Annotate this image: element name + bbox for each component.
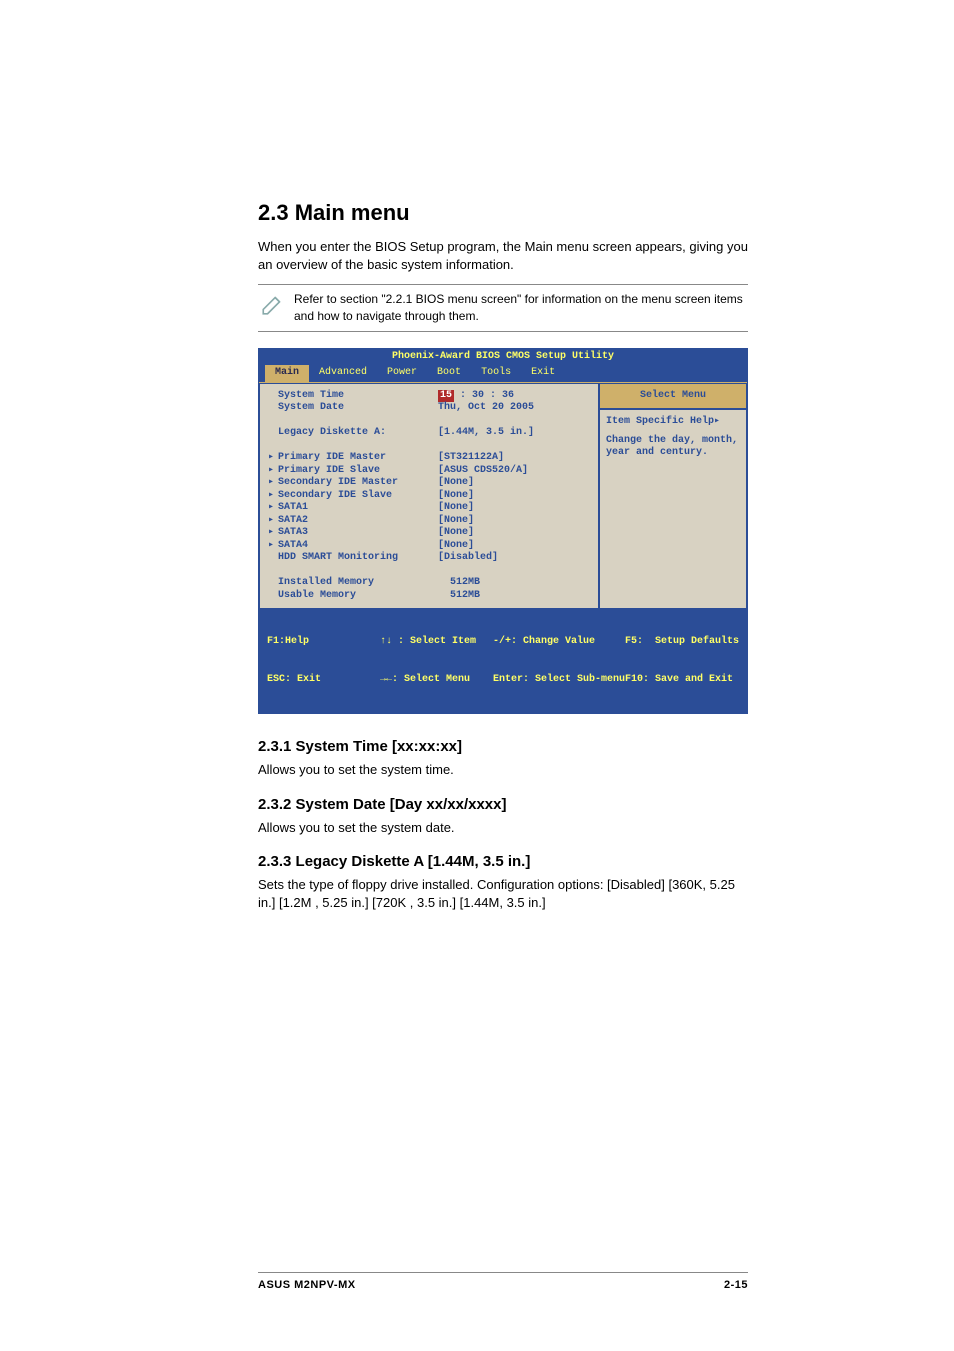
- tab-main: Main: [265, 365, 309, 382]
- heading-system-date: 2.3.2 System Date [Day xx/xx/xxxx]: [258, 796, 748, 813]
- row-sides-val: [None]: [438, 490, 590, 503]
- row-imem-label: Installed Memory: [278, 577, 438, 590]
- row-system-time-val: 15 : 30 : 36: [438, 390, 590, 403]
- row-sidem-label: Secondary IDE Master: [278, 477, 438, 490]
- row-sata1-val: [None]: [438, 502, 590, 515]
- main-heading: 2.3 Main menu: [258, 200, 748, 226]
- legend-f10: F10: Save and Exit: [625, 674, 739, 687]
- row-sata4-label: SATA4: [278, 540, 438, 553]
- row-umem-val: 512MB: [438, 590, 590, 603]
- row-sata1-label: SATA1: [278, 502, 438, 515]
- row-sata2-label: SATA2: [278, 515, 438, 528]
- legend-esc: ESC: Exit: [267, 674, 380, 687]
- text-system-date: Allows you to set the system date.: [258, 819, 748, 837]
- heading-legacy: 2.3.3 Legacy Diskette A [1.44M, 3.5 in.]: [258, 853, 748, 870]
- submenu-arrow-icon: ▸: [268, 515, 278, 528]
- submenu-arrow-icon: ▸: [268, 465, 278, 478]
- bios-legend: F1:Help ESC: Exit ↑↓ : Select Item →←: S…: [259, 609, 747, 713]
- text-system-time: Allows you to set the system time.: [258, 761, 748, 779]
- legend-f5: F5: Setup Defaults: [625, 636, 739, 649]
- bios-select-menu: Select Menu: [599, 383, 747, 410]
- pencil-note-icon: [258, 291, 294, 324]
- submenu-arrow-icon: ▸: [268, 477, 278, 490]
- row-sidem-val: [None]: [438, 477, 590, 490]
- intro-text: When you enter the BIOS Setup program, t…: [258, 238, 748, 274]
- submenu-arrow-icon: ▸: [268, 527, 278, 540]
- legend-change-value: -/+: Change Value: [493, 636, 625, 649]
- tab-advanced: Advanced: [309, 365, 377, 382]
- heading-system-time: 2.3.1 System Time [xx:xx:xx]: [258, 738, 748, 755]
- note-text: Refer to section "2.2.1 BIOS menu screen…: [294, 291, 748, 325]
- tab-tools: Tools: [471, 365, 521, 382]
- row-imem-val: 512MB: [438, 577, 590, 590]
- footer-left: ASUS M2NPV-MX: [258, 1279, 356, 1291]
- row-pidem-val: [ST321122A]: [438, 452, 590, 465]
- row-sata4-val: [None]: [438, 540, 590, 553]
- tab-boot: Boot: [427, 365, 471, 382]
- row-system-time-label: System Time: [278, 390, 438, 403]
- row-hdd-val: [Disabled]: [438, 552, 590, 565]
- tab-power: Power: [377, 365, 427, 382]
- legend-enter: Enter: Select Sub-menu: [493, 674, 625, 687]
- bios-screenshot: Phoenix-Award BIOS CMOS Setup Utility Ma…: [258, 348, 748, 715]
- text-legacy: Sets the type of floppy drive installed.…: [258, 876, 748, 912]
- row-pidem-label: Primary IDE Master: [278, 452, 438, 465]
- bios-tabs: Main Advanced Power Boot Tools Exit: [259, 365, 747, 382]
- note-row: Refer to section "2.2.1 BIOS menu screen…: [258, 284, 748, 332]
- bios-help-panel: Item Specific Help▸ Change the day, mont…: [599, 409, 747, 609]
- row-hdd-label: HDD SMART Monitoring: [278, 552, 438, 565]
- bios-title: Phoenix-Award BIOS CMOS Setup Utility: [259, 349, 747, 366]
- submenu-arrow-icon: ▸: [268, 540, 278, 553]
- legend-select-item: ↑↓ : Select Item: [380, 636, 493, 649]
- row-pides-val: [ASUS CDS520/A]: [438, 465, 590, 478]
- submenu-arrow-icon: ▸: [268, 452, 278, 465]
- time-hour-highlight: 15: [438, 390, 454, 403]
- row-system-date-label: System Date: [278, 402, 438, 415]
- row-sata3-label: SATA3: [278, 527, 438, 540]
- footer-right: 2-15: [724, 1279, 748, 1291]
- tab-exit: Exit: [521, 365, 565, 382]
- time-rest: : 30 : 36: [454, 390, 514, 401]
- bios-left-panel: System Time 15 : 30 : 36 System Date Thu…: [259, 383, 599, 610]
- row-system-date-val: Thu, Oct 20 2005: [438, 402, 590, 415]
- row-legacy-label: Legacy Diskette A:: [278, 427, 438, 440]
- bios-help-line2: Change the day, month, year and century.: [606, 435, 740, 460]
- legend-f1: F1:Help: [267, 636, 380, 649]
- submenu-arrow-icon: ▸: [268, 502, 278, 515]
- row-umem-label: Usable Memory: [278, 590, 438, 603]
- row-legacy-val: [1.44M, 3.5 in.]: [438, 427, 590, 440]
- legend-select-menu: →←: Select Menu: [380, 674, 493, 687]
- row-sata2-val: [None]: [438, 515, 590, 528]
- row-sides-label: Secondary IDE Slave: [278, 490, 438, 503]
- submenu-arrow-icon: ▸: [268, 490, 278, 503]
- bios-help-line1: Item Specific Help▸: [606, 416, 740, 429]
- row-sata3-val: [None]: [438, 527, 590, 540]
- row-pides-label: Primary IDE Slave: [278, 465, 438, 478]
